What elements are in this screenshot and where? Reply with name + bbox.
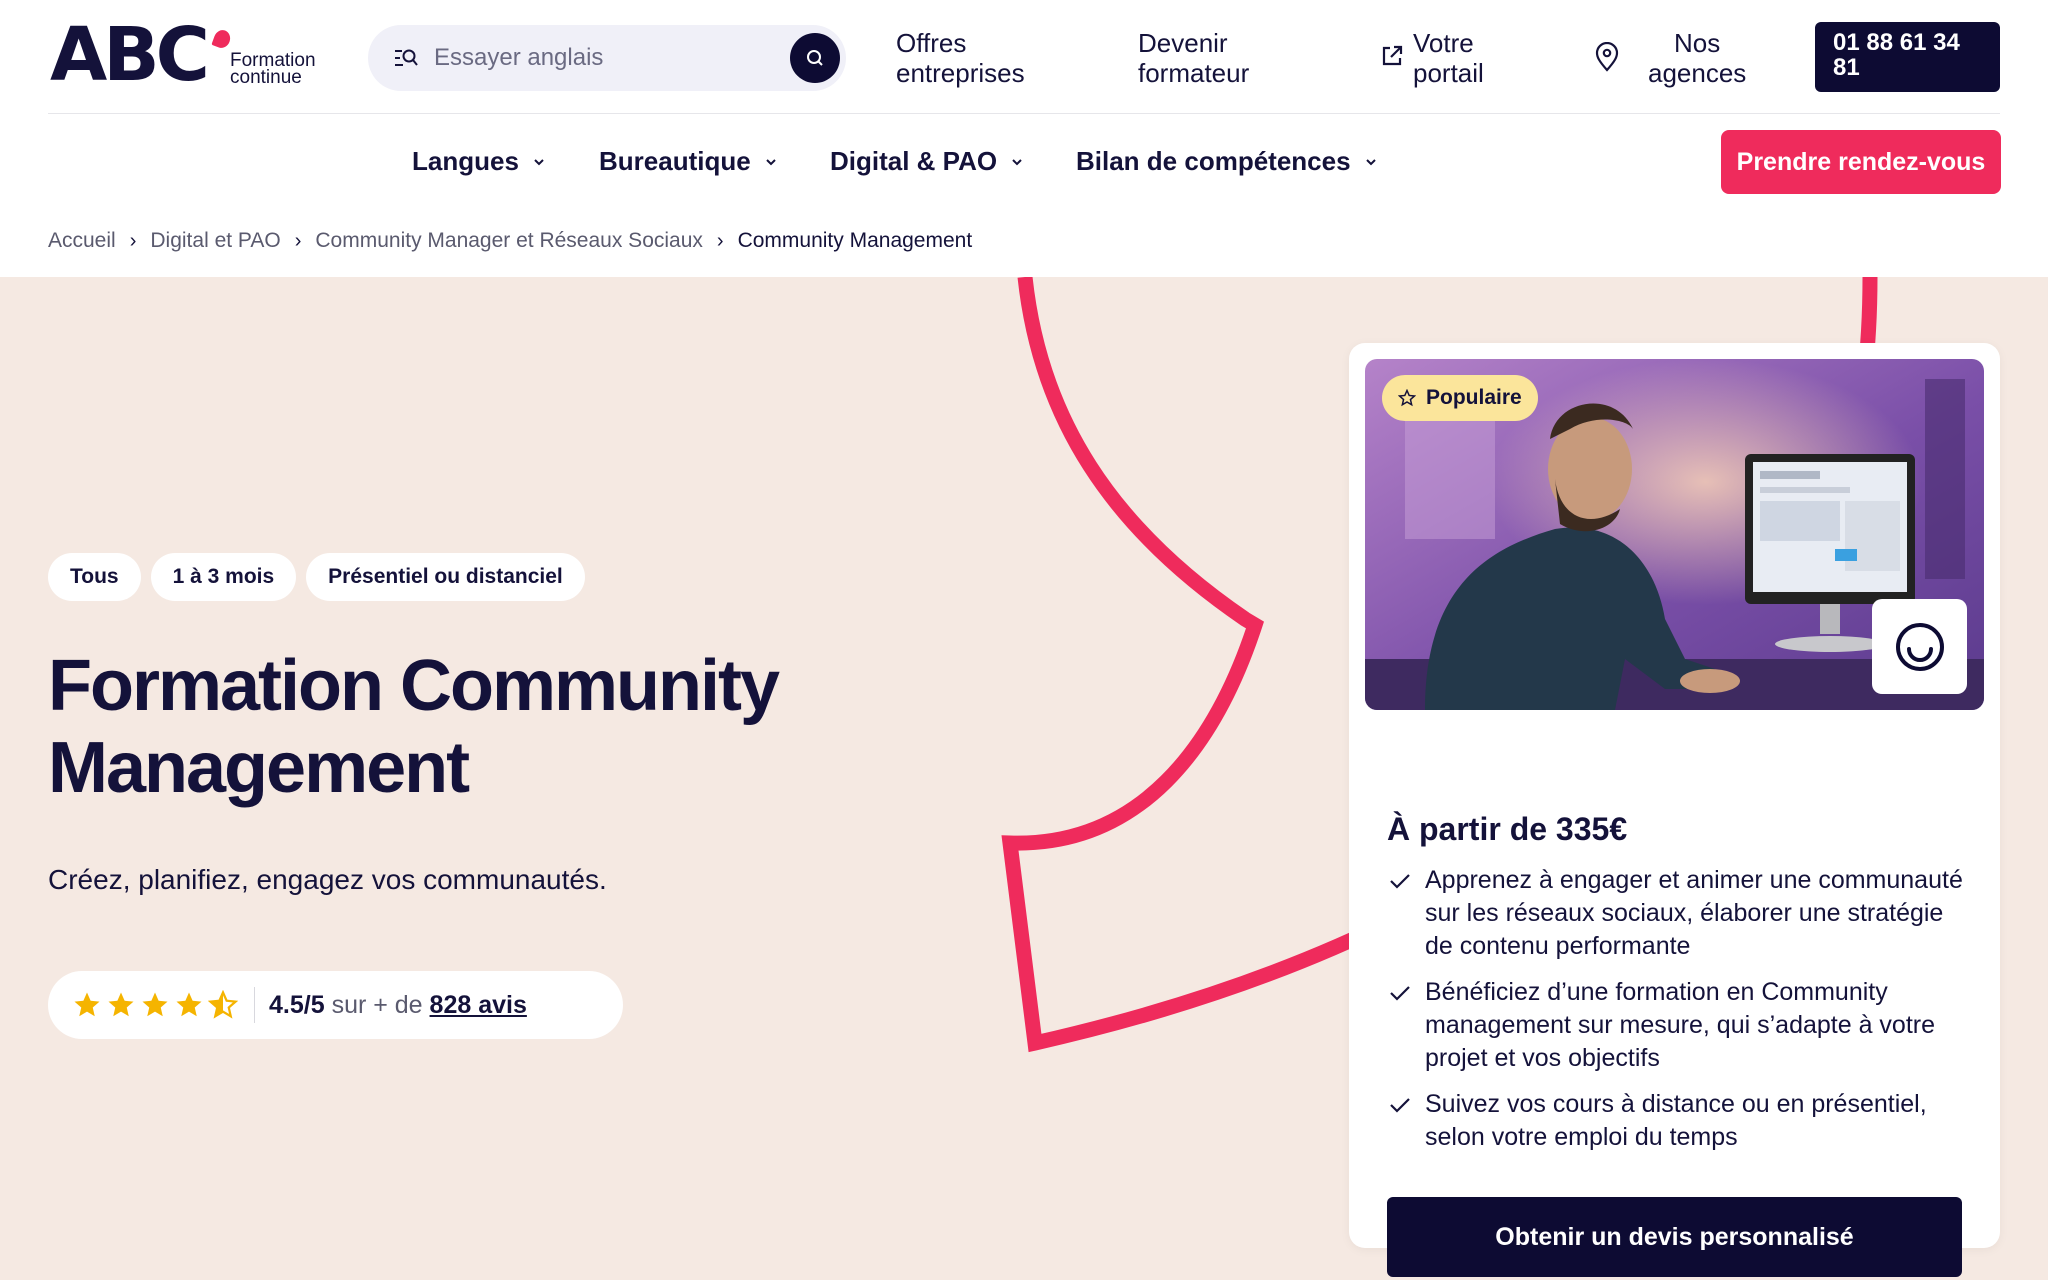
link-offres-entreprises[interactable]: Offres entreprises xyxy=(896,28,1025,88)
benefit-item: Suivez vos cours à distance ou en présen… xyxy=(1387,1088,1977,1154)
nav-label-langues: Langues xyxy=(412,146,519,176)
chip-format[interactable]: Présentiel ou distanciel xyxy=(306,553,585,601)
link-devenir-formateur[interactable]: Devenir formateur xyxy=(1138,28,1249,88)
link-portail-line2: portail xyxy=(1413,58,1484,88)
link-formateur-line2: formateur xyxy=(1138,58,1250,88)
chevron-right-icon: › xyxy=(716,229,724,252)
phone-button[interactable]: 01 88 61 34 81 xyxy=(1815,22,2000,92)
hero-section: Tous 1 à 3 mois Présentiel ou distanciel… xyxy=(0,277,2048,1280)
link-nos-agences[interactable]: Nos agences xyxy=(1648,28,1746,88)
page-title-line2: Management xyxy=(48,728,470,808)
benefit-item: Bénéficiez d’une formation en Community … xyxy=(1387,976,1977,1075)
site-logo[interactable]: ABC Formation continue xyxy=(50,18,320,94)
chip-duration[interactable]: 1 à 3 mois xyxy=(150,553,297,601)
star-icon xyxy=(142,992,168,1017)
star-outline-icon xyxy=(1398,389,1416,407)
page-title: Formation Community Management xyxy=(48,645,848,809)
star-half-icon xyxy=(208,990,238,1019)
map-pin-icon xyxy=(1595,42,1619,72)
smile-badge xyxy=(1872,599,1967,694)
nav-item-bilan-competences[interactable]: Bilan de compétences xyxy=(1076,146,1377,177)
phone-line2: 81 xyxy=(1833,54,1860,81)
breadcrumb-current: Community Management xyxy=(737,229,973,252)
course-image: Populaire xyxy=(1365,359,1984,710)
rating-score: 4.5/5 xyxy=(269,990,325,1019)
offer-card: Populaire À partir de 335€ Apprenez à en… xyxy=(1349,343,2000,1277)
link-offres-line2: entreprises xyxy=(896,58,1025,88)
link-votre-portail[interactable]: Votre portail xyxy=(1413,28,1484,88)
chevron-down-icon xyxy=(1012,158,1022,165)
link-portail-line1: Votre xyxy=(1413,28,1474,58)
breadcrumb: Accueil › Digital et PAO › Community Man… xyxy=(48,226,972,256)
request-quote-button[interactable]: Obtenir un devis personnalisé xyxy=(1387,1197,1962,1277)
search-submit-button[interactable] xyxy=(790,33,840,83)
nav-item-digital-pao[interactable]: Digital & PAO xyxy=(830,146,1023,177)
star-icon xyxy=(108,992,134,1017)
top-header: ABC Formation continue Offres entreprise… xyxy=(0,0,2048,113)
page-title-line1: Formation Community xyxy=(48,646,780,726)
check-icon xyxy=(1390,986,1410,1001)
chevron-right-icon: › xyxy=(294,229,302,252)
chevron-down-icon xyxy=(1365,158,1376,165)
filter-chips: Tous 1 à 3 mois Présentiel ou distanciel xyxy=(48,553,585,601)
nav-label-bureautique: Bureautique xyxy=(599,146,751,176)
search-icon xyxy=(395,49,418,66)
page-subtitle: Créez, planifiez, engagez vos communauté… xyxy=(48,864,607,895)
chevron-right-icon: › xyxy=(129,229,137,252)
rating-summary: 4.5/5 sur + de 828 avis xyxy=(269,991,527,1020)
phone-line1: 01 88 61 34 xyxy=(1833,29,1960,56)
search-input[interactable] xyxy=(434,39,754,77)
logo-tagline-line2: continue xyxy=(230,67,302,88)
check-icon xyxy=(1390,1098,1410,1113)
link-formateur-line1: Devenir xyxy=(1138,28,1228,58)
nav-item-bureautique[interactable]: Bureautique xyxy=(599,146,777,177)
rating-middle-text: sur + de xyxy=(331,990,423,1019)
search-bar xyxy=(368,25,846,91)
breadcrumb-item-community-manager[interactable]: Community Manager et Réseaux Sociaux xyxy=(315,229,703,253)
nav-item-langues[interactable]: Langues xyxy=(412,146,545,177)
price-label: À partir de 335€ xyxy=(1387,811,1628,847)
rating-pill: 4.5/5 sur + de 828 avis xyxy=(48,971,623,1039)
benefits-list: Apprenez à engager et animer une communa… xyxy=(1387,864,1977,1167)
star-icon xyxy=(176,992,202,1017)
breadcrumb-item-accueil[interactable]: Accueil xyxy=(48,229,116,253)
main-navigation: Langues Bureautique Digital & PAO Bilan … xyxy=(0,114,2048,210)
rating-stars xyxy=(72,990,238,1020)
smile-icon xyxy=(1895,622,1944,671)
benefit-item: Apprenez à engager et animer une communa… xyxy=(1387,864,1977,963)
link-agences-line2: agences xyxy=(1648,58,1747,88)
chip-tous[interactable]: Tous xyxy=(48,553,141,601)
magnifier-icon xyxy=(807,50,823,66)
nav-label-bilan: Bilan de compétences xyxy=(1076,146,1351,176)
benefit-text: Bénéficiez d’une formation en Community … xyxy=(1425,978,1935,1072)
benefit-text: Suivez vos cours à distance ou en présen… xyxy=(1425,1090,1927,1151)
popular-badge-label: Populaire xyxy=(1426,386,1522,409)
nav-label-digital-pao: Digital & PAO xyxy=(830,146,998,176)
rating-divider xyxy=(254,987,255,1023)
logo-wordmark: ABC xyxy=(50,12,210,98)
check-icon xyxy=(1390,874,1410,889)
logo-accent-mark xyxy=(211,27,233,51)
logo-tagline: Formation continue xyxy=(230,51,316,88)
chevron-down-icon xyxy=(534,158,544,165)
chevron-down-icon xyxy=(765,158,776,165)
link-offres-line1: Offres xyxy=(896,28,967,58)
book-appointment-button[interactable]: Prendre rendez-vous xyxy=(1721,130,2001,194)
popular-badge: Populaire xyxy=(1382,375,1538,421)
breadcrumb-item-digital-pao[interactable]: Digital et PAO xyxy=(150,229,280,253)
link-agences-line1: Nos xyxy=(1674,28,1721,58)
reviews-link[interactable]: 828 avis xyxy=(430,991,527,1019)
benefit-text: Apprenez à engager et animer une communa… xyxy=(1425,866,1963,960)
star-icon xyxy=(74,992,100,1017)
external-link-icon xyxy=(1382,45,1403,66)
